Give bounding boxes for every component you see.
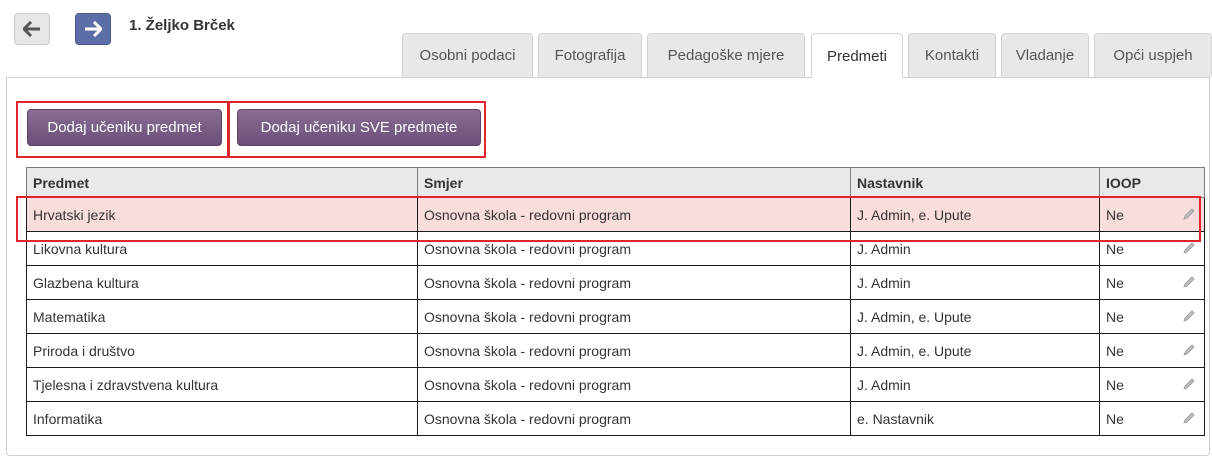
- cell-smjer: Osnovna škola - redovni program: [417, 231, 851, 266]
- ioop-value: Ne: [1106, 206, 1124, 223]
- table-row[interactable]: Informatika Osnovna škola - redovni progr…: [26, 401, 1205, 436]
- cell-nastavnik: J. Admin, e. Upute: [850, 333, 1100, 368]
- cell-smjer: Osnovna škola - redovni program: [417, 401, 851, 436]
- cell-smjer: Osnovna škola - redovni program: [417, 333, 851, 368]
- ioop-value: Ne: [1106, 240, 1124, 257]
- tab-predmeti[interactable]: Predmeti: [811, 33, 903, 78]
- ioop-value: Ne: [1106, 342, 1124, 359]
- tab-osobni-podaci[interactable]: Osobni podaci: [402, 33, 533, 77]
- add-subject-button[interactable]: Dodaj učeniku predmet: [27, 109, 222, 146]
- cell-ioop: Ne: [1099, 231, 1205, 266]
- tab-bar: Osobni podaci Fotografija Pedagoške mjer…: [402, 33, 1212, 78]
- column-header-nastavnik[interactable]: Nastavnik: [850, 167, 1100, 198]
- back-button[interactable]: [14, 13, 50, 45]
- tab-vladanje[interactable]: Vladanje: [1001, 33, 1089, 77]
- cell-ioop: Ne: [1099, 367, 1205, 402]
- arrow-left-icon: [23, 21, 40, 37]
- cell-ioop: Ne: [1099, 333, 1205, 368]
- cell-ioop: Ne: [1099, 299, 1205, 334]
- pencil-icon[interactable]: [1182, 309, 1196, 323]
- table-row[interactable]: Likovna kultura Osnovna škola - redovni p…: [26, 231, 1205, 266]
- arrow-right-icon: [85, 21, 102, 37]
- pencil-icon[interactable]: [1182, 207, 1196, 221]
- tab-fotografija[interactable]: Fotografija: [538, 33, 642, 77]
- table-row[interactable]: Tjelesna i zdravstvena kultura Osnovna šk…: [26, 367, 1205, 402]
- forward-button[interactable]: [75, 13, 111, 45]
- ioop-value: Ne: [1106, 410, 1124, 427]
- cell-predmet: Matematika: [26, 299, 418, 334]
- cell-predmet: Tjelesna i zdravstvena kultura: [26, 367, 418, 402]
- student-name: 1. Željko Brček: [129, 17, 235, 34]
- add-all-subjects-button[interactable]: Dodaj učeniku SVE predmete: [237, 109, 481, 146]
- cell-predmet: Priroda i društvo: [26, 333, 418, 368]
- ioop-value: Ne: [1106, 274, 1124, 291]
- cell-nastavnik: J. Admin: [850, 367, 1100, 402]
- table-row[interactable]: Glazbena kultura Osnovna škola - redovni …: [26, 265, 1205, 300]
- pencil-icon[interactable]: [1182, 411, 1196, 425]
- predmeti-panel: Dodaj učeniku predmet Dodaj učeniku SVE …: [6, 77, 1210, 456]
- cell-ioop: Ne: [1099, 401, 1205, 436]
- table-header-row: Predmet Smjer Nastavnik IOOP: [26, 167, 1205, 198]
- ioop-value: Ne: [1106, 376, 1124, 393]
- cell-nastavnik: J. Admin, e. Upute: [850, 197, 1100, 232]
- cell-nastavnik: e. Nastavnik: [850, 401, 1100, 436]
- cell-predmet: Likovna kultura: [26, 231, 418, 266]
- ioop-value: Ne: [1106, 308, 1124, 325]
- cell-smjer: Osnovna škola - redovni program: [417, 197, 851, 232]
- cell-predmet: Glazbena kultura: [26, 265, 418, 300]
- pencil-icon[interactable]: [1182, 343, 1196, 357]
- column-header-predmet[interactable]: Predmet: [26, 167, 418, 198]
- pencil-icon[interactable]: [1182, 241, 1196, 255]
- cell-smjer: Osnovna škola - redovni program: [417, 265, 851, 300]
- column-header-ioop[interactable]: IOOP: [1099, 167, 1205, 198]
- cell-smjer: Osnovna škola - redovni program: [417, 299, 851, 334]
- cell-nastavnik: J. Admin: [850, 265, 1100, 300]
- subjects-table: Predmet Smjer Nastavnik IOOP Hrvatski je…: [26, 167, 1205, 436]
- cell-ioop: Ne: [1099, 197, 1205, 232]
- tab-pedagoske-mjere[interactable]: Pedagoške mjere: [647, 33, 805, 77]
- cell-predmet: Hrvatski jezik: [26, 197, 418, 232]
- column-header-smjer[interactable]: Smjer: [417, 167, 851, 198]
- pencil-icon[interactable]: [1182, 377, 1196, 391]
- tab-kontakti[interactable]: Kontakti: [908, 33, 996, 77]
- table-row[interactable]: Priroda i društvo Osnovna škola - redovni…: [26, 333, 1205, 368]
- cell-smjer: Osnovna škola - redovni program: [417, 367, 851, 402]
- pencil-icon[interactable]: [1182, 275, 1196, 289]
- cell-ioop: Ne: [1099, 265, 1205, 300]
- cell-predmet: Informatika: [26, 401, 418, 436]
- tab-opci-uspjeh[interactable]: Opći uspjeh: [1094, 33, 1212, 77]
- cell-nastavnik: J. Admin: [850, 231, 1100, 266]
- table-row[interactable]: Hrvatski jezik Osnovna škola - redovni pr…: [26, 197, 1205, 232]
- table-row[interactable]: Matematika Osnovna škola - redovni progra…: [26, 299, 1205, 334]
- cell-nastavnik: J. Admin, e. Upute: [850, 299, 1100, 334]
